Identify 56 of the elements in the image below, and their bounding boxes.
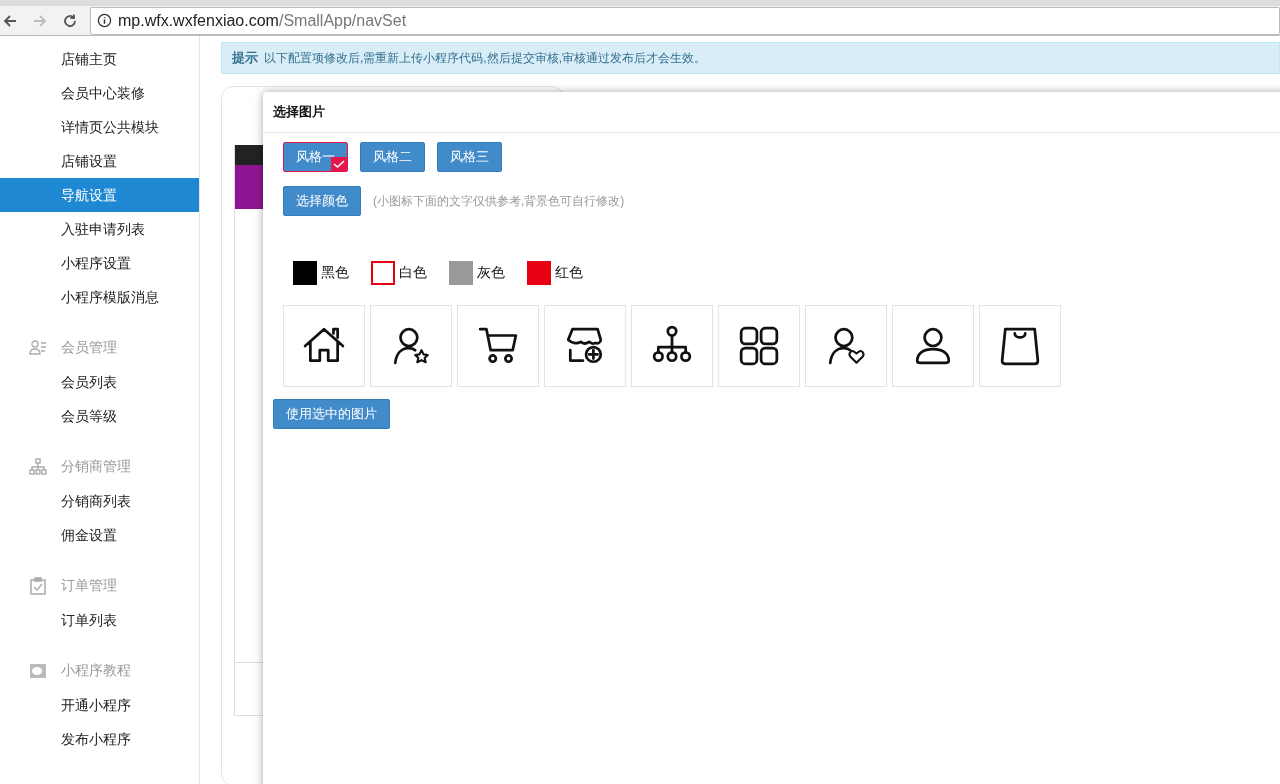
bag-icon <box>999 325 1041 367</box>
notice-text: 以下配置项修改后,需重新上传小程序代码,然后提交审核,审核通过发布后才会生效。 <box>264 49 706 67</box>
color-swatch[interactable] <box>293 261 317 285</box>
choose-color-button[interactable]: 选择颜色 <box>283 186 361 216</box>
sidebar-item[interactable]: 店铺设置 <box>0 144 199 178</box>
sidebar-item[interactable]: 开通小程序 <box>0 688 199 722</box>
icon-tile[interactable] <box>718 305 800 387</box>
color-swatch[interactable] <box>527 261 551 285</box>
color-swatch[interactable] <box>371 261 395 285</box>
use-selected-button[interactable]: 使用选中的图片 <box>273 399 390 429</box>
back-icon[interactable] <box>2 12 18 29</box>
clipboard-icon <box>29 577 47 595</box>
sidebar-item[interactable]: 分销商列表 <box>0 484 199 518</box>
icon-tile[interactable] <box>457 305 539 387</box>
icon-tile[interactable] <box>805 305 887 387</box>
menu-group-title: 会员管理 <box>61 339 117 357</box>
sidebar-item[interactable]: 发布小程序 <box>0 722 199 756</box>
menu-group-title: 小程序教程 <box>61 662 131 680</box>
sidebar-item[interactable]: 小程序模版消息 <box>0 280 199 314</box>
style-button[interactable]: 风格一 <box>283 142 348 172</box>
icon-tile[interactable] <box>544 305 626 387</box>
sidebar-item[interactable]: 店铺主页 <box>0 42 199 76</box>
color-swatch[interactable] <box>449 261 473 285</box>
color-label: 红色 <box>555 264 583 282</box>
icon-tile[interactable] <box>631 305 713 387</box>
reload-icon[interactable] <box>62 12 78 29</box>
icon-tile[interactable] <box>283 305 365 387</box>
style-button[interactable]: 风格三 <box>437 142 502 172</box>
color-label: 灰色 <box>477 264 505 282</box>
icon-tile[interactable] <box>370 305 452 387</box>
menu-group-title: 订单管理 <box>61 577 117 595</box>
sidebar-item[interactable]: 详情页公共模块 <box>0 110 199 144</box>
info-icon <box>97 13 112 28</box>
sidebar-item[interactable]: 会员列表 <box>0 365 199 399</box>
chat-book-icon <box>29 662 47 680</box>
sidebar-item[interactable]: 佣金设置 <box>0 518 199 552</box>
menu-group-title: 分销商管理 <box>61 458 131 476</box>
sidebar-item[interactable]: 订单列表 <box>0 603 199 637</box>
icon-tile[interactable] <box>892 305 974 387</box>
hint-text: (小图标下面的文字仅供参考,背景色可自行修改) <box>373 192 625 210</box>
color-label: 黑色 <box>321 264 349 282</box>
sidebar-item[interactable]: 入驻申请列表 <box>0 212 199 246</box>
notice-label: 提示 <box>232 49 258 67</box>
address-bar[interactable]: mp.wfx.wxfenxiao.com/SmallApp/navSet <box>90 6 1280 35</box>
sidebar-item[interactable]: 小程序设置 <box>0 246 199 280</box>
grid-icon <box>738 325 780 367</box>
modal-title: 选择图片 <box>273 103 325 121</box>
sidebar-item[interactable]: 导航设置 <box>0 178 199 212</box>
user-list-icon <box>29 339 47 357</box>
hierarchy-icon <box>29 458 47 476</box>
check-icon <box>331 157 347 171</box>
style-button[interactable]: 风格二 <box>360 142 425 172</box>
icon-tile[interactable] <box>979 305 1061 387</box>
sidebar-item[interactable]: 会员中心装修 <box>0 76 199 110</box>
color-label: 白色 <box>399 264 427 282</box>
sidebar-item[interactable]: 会员等级 <box>0 399 199 433</box>
